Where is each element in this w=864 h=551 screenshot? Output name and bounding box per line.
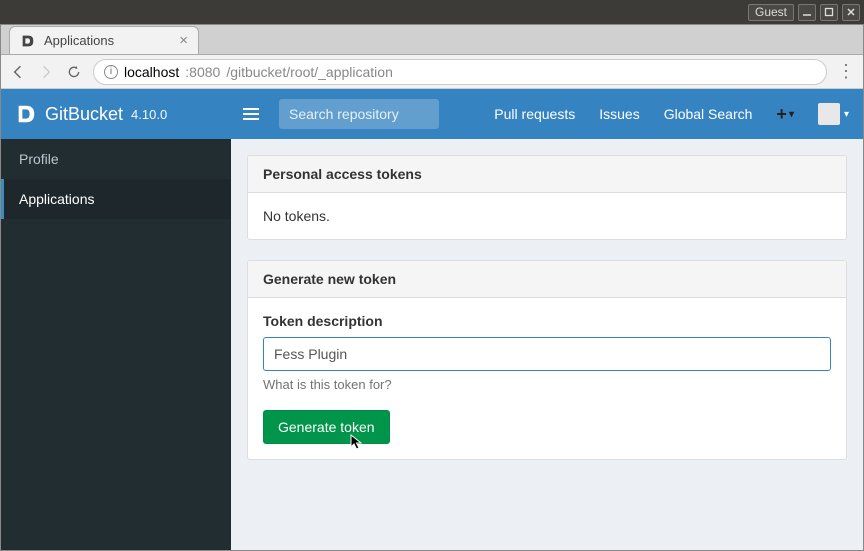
brand-version: 4.10.0 [131, 107, 167, 122]
avatar [818, 103, 840, 125]
no-tokens-text: No tokens. [248, 193, 846, 239]
app-topbar: GitBucket 4.10.0 Pull requests Issues Gl… [1, 89, 863, 139]
nav-back-icon[interactable] [9, 63, 27, 81]
os-minimize-button[interactable] [798, 4, 816, 21]
chevron-down-icon: ▾ [789, 109, 794, 120]
sidebar-item-label: Applications [19, 191, 95, 207]
tab-title: Applications [44, 33, 114, 48]
gitbucket-favicon-icon [20, 33, 36, 49]
main-content: Personal access tokens No tokens. Genera… [231, 139, 863, 550]
brand-name: GitBucket [45, 104, 123, 125]
token-description-help: What is this token for? [263, 377, 831, 392]
token-description-label: Token description [263, 313, 831, 329]
generate-token-button[interactable]: Generate token [263, 410, 390, 444]
nav-forward-icon [37, 63, 55, 81]
url-box[interactable]: i localhost :8080/gitbucket/root/_applica… [93, 59, 827, 85]
tab-strip: Applications × [1, 25, 863, 55]
panel-heading: Generate new token [248, 261, 846, 298]
user-menu-dropdown[interactable]: ▾ [818, 103, 849, 125]
browser-window: Applications × i localhost :8080/gitbucke… [0, 24, 864, 551]
search-input[interactable] [279, 99, 439, 129]
panel-personal-access-tokens: Personal access tokens No tokens. [247, 155, 847, 240]
browser-tab[interactable]: Applications × [9, 26, 199, 54]
chevron-down-icon: ▾ [844, 109, 849, 120]
create-new-dropdown[interactable]: +▾ [776, 104, 794, 125]
sidebar-item-profile[interactable]: Profile [1, 139, 231, 179]
sidebar-toggle-button[interactable] [231, 89, 271, 139]
gitbucket-logo-icon [15, 103, 37, 125]
tab-close-icon[interactable]: × [179, 32, 188, 49]
brand-area[interactable]: GitBucket 4.10.0 [1, 103, 231, 125]
sidebar: Profile Applications [1, 139, 231, 550]
panel-body: Token description What is this token for… [248, 298, 846, 459]
token-description-input[interactable] [263, 337, 831, 371]
address-bar: i localhost :8080/gitbucket/root/_applica… [1, 55, 863, 89]
panel-generate-new-token: Generate new token Token description Wha… [247, 260, 847, 460]
nav-reload-icon[interactable] [65, 63, 83, 81]
nav-global-search[interactable]: Global Search [664, 106, 753, 122]
nav-pull-requests[interactable]: Pull requests [494, 106, 575, 122]
page: GitBucket 4.10.0 Pull requests Issues Gl… [1, 89, 863, 550]
top-links: Pull requests Issues Global Search +▾ ▾ [494, 103, 863, 125]
os-titlebar: Guest [0, 0, 864, 24]
os-maximize-button[interactable] [820, 4, 838, 21]
panel-heading: Personal access tokens [248, 156, 846, 193]
content-area: Profile Applications Personal access tok… [1, 139, 863, 550]
url-host: localhost [124, 64, 179, 80]
plus-icon: + [776, 104, 787, 125]
nav-issues[interactable]: Issues [599, 106, 639, 122]
url-port: :8080 [185, 64, 220, 80]
guest-badge[interactable]: Guest [748, 4, 794, 21]
sidebar-item-applications[interactable]: Applications [1, 179, 231, 219]
site-info-icon[interactable]: i [104, 65, 118, 79]
url-path: /gitbucket/root/_application [226, 64, 393, 80]
sidebar-item-label: Profile [19, 151, 59, 167]
os-close-button[interactable] [842, 4, 860, 21]
browser-menu-icon[interactable]: ⋮ [837, 63, 855, 81]
